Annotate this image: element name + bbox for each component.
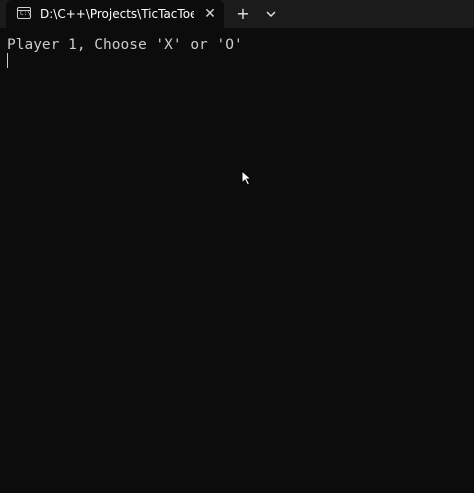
terminal-window: C:\ D:\C++\Projects\TicTacToe.ex ✕ + Pla… [0, 0, 474, 493]
tab-tictactoe[interactable]: C:\ D:\C++\Projects\TicTacToe.ex ✕ [6, 0, 224, 28]
tab-title: D:\C++\Projects\TicTacToe.ex [40, 7, 194, 21]
close-tab-button[interactable]: ✕ [202, 6, 218, 22]
terminal-output-area[interactable]: Player 1, Choose 'X' or 'O' [0, 28, 474, 493]
terminal-icon: C:\ [17, 7, 31, 19]
new-tab-button[interactable]: + [234, 5, 252, 23]
mouse-pointer-icon [241, 170, 252, 186]
output-line: Player 1, Choose 'X' or 'O' [7, 37, 243, 53]
chevron-down-icon[interactable] [262, 5, 280, 23]
text-cursor [7, 53, 8, 68]
title-bar[interactable]: C:\ D:\C++\Projects\TicTacToe.ex ✕ + [0, 0, 474, 28]
